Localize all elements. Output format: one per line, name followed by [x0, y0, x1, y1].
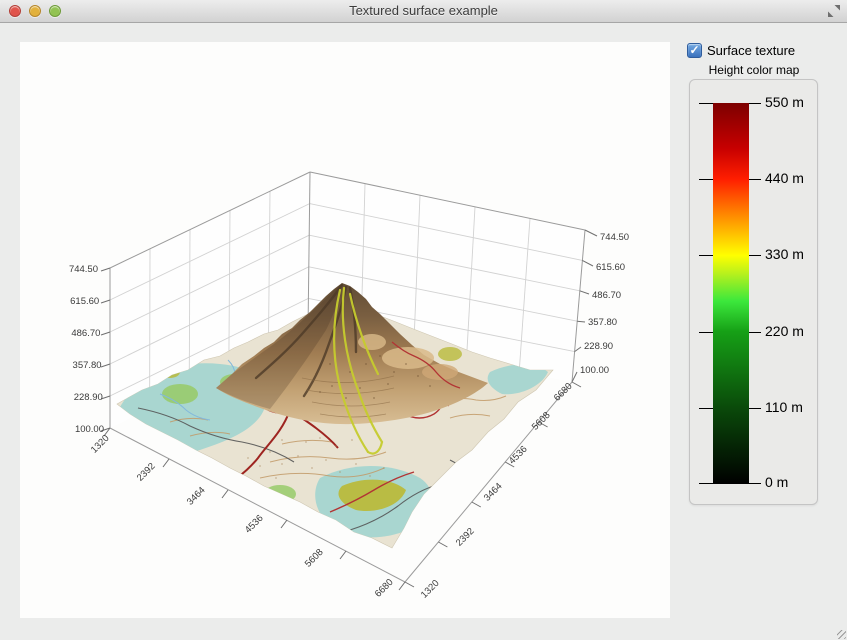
- y-axis-tick-label: 357.80: [588, 317, 617, 328]
- y-axis-tick-label: 228.90: [74, 392, 103, 403]
- colormap-tick-label: 440 m: [765, 170, 804, 186]
- y-axis-tick-label: 100.00: [580, 365, 609, 376]
- y-axis-labels-left: 744.50 615.60 486.70 357.80 228.90 100.0…: [69, 264, 104, 435]
- y-axis-tick-label: 744.50: [600, 232, 629, 243]
- z-axis-tick-label: 1320: [419, 578, 442, 601]
- z-axis-tick-label: 3464: [482, 481, 505, 504]
- x-axis-tick-label: 1320: [89, 433, 112, 456]
- z-axis-tick-label: 6680: [552, 381, 575, 404]
- surface-texture-control[interactable]: ✓ Surface texture: [687, 43, 795, 58]
- surface-plot-canvas[interactable]: 744.50 615.60 486.70 357.80 228.90 100.0…: [20, 42, 670, 618]
- z-axis-tick-label: 2392: [454, 526, 477, 549]
- y-axis-tick-label: 228.90: [584, 341, 613, 352]
- x-axis-tick-label: 3464: [185, 485, 208, 508]
- y-axis-tick-label: 615.60: [596, 262, 625, 273]
- zoom-button[interactable]: [49, 5, 61, 17]
- titlebar[interactable]: Textured surface example: [0, 0, 847, 23]
- colormap-title: Height color map: [689, 63, 819, 77]
- colormap-tick-label: 550 m: [765, 94, 804, 110]
- close-button[interactable]: [9, 5, 21, 17]
- y-axis-tick-label: 357.80: [73, 360, 102, 371]
- x-axis-tick-label: 5608: [303, 547, 326, 570]
- colormap-tick-label: 220 m: [765, 323, 804, 339]
- app-window: { "window": { "title": "Textured surface…: [0, 0, 847, 640]
- fullscreen-icon[interactable]: [827, 4, 841, 18]
- resize-grip[interactable]: [837, 630, 846, 639]
- z-axis-tick-label: 5608: [530, 410, 553, 433]
- colormap-tick-label: 0 m: [765, 474, 788, 490]
- surface-texture-label[interactable]: Surface texture: [707, 43, 795, 58]
- colormap-tick-label: 110 m: [765, 399, 803, 415]
- x-axis-tick-label: 2392: [135, 461, 158, 484]
- y-axis-tick-label: 744.50: [69, 264, 98, 275]
- colormap-gradient-bar: [713, 103, 749, 484]
- surface-texture-checkbox[interactable]: ✓: [687, 43, 702, 58]
- surface-plot-panel: 744.50 615.60 486.70 357.80 228.90 100.0…: [20, 42, 670, 618]
- z-axis-tick-label: 4536: [507, 444, 530, 467]
- colormap-tick-label: 330 m: [765, 246, 804, 262]
- window-title: Textured surface example: [0, 0, 847, 22]
- minimize-button[interactable]: [29, 5, 41, 17]
- x-axis-tick-label: 6680: [373, 577, 396, 600]
- y-axis-tick-label: 486.70: [592, 290, 621, 301]
- colormap-panel: 550 m 440 m 330 m 220 m 110 m 0 m: [689, 79, 818, 505]
- y-axis-tick-label: 615.60: [70, 296, 99, 307]
- x-axis-tick-label: 4536: [243, 513, 266, 536]
- y-axis-labels-right: 744.50 615.60 486.70 357.80 228.90 100.0…: [580, 232, 629, 376]
- y-axis-tick-label: 100.00: [75, 424, 104, 435]
- y-axis-tick-label: 486.70: [71, 328, 100, 339]
